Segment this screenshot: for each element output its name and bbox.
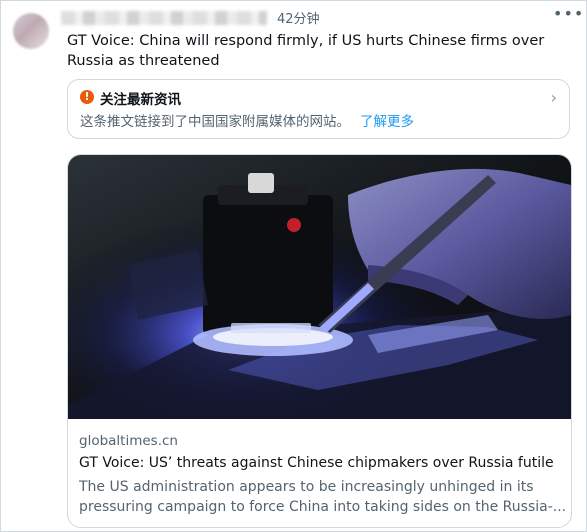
card-domain: globaltimes.cn (79, 433, 178, 449)
card-title[interactable]: GT Voice: US’ threats against Chinese ch… (79, 455, 554, 471)
card-description-line: pressuring campaign to force China into … (79, 499, 567, 515)
link-preview-image[interactable] (68, 155, 571, 419)
card-description-line: The US administration appears to be incr… (79, 479, 534, 495)
notice-title: 关注最新资讯 (100, 92, 181, 108)
learn-more-link[interactable]: 了解更多 (360, 114, 414, 130)
tweet-text: GT Voice: China will respond firmly, if … (67, 33, 545, 69)
link-preview-card[interactable]: globaltimes.cn GT Voice: US’ threats aga… (67, 154, 572, 528)
card-description: The US administration appears to be incr… (79, 477, 567, 517)
chevron-right-icon[interactable]: › (551, 88, 557, 107)
avatar[interactable] (13, 13, 49, 49)
more-dots-icon[interactable]: ••• (553, 4, 584, 23)
tweet-container[interactable]: 42分钟 ••• GT Voice: China will respond fi… (0, 0, 587, 532)
blurred-username[interactable] (61, 11, 267, 25)
notice-body: 这条推文链接到了中国国家附属媒体的网站。 了解更多 (80, 110, 414, 130)
notice-body-text: 这条推文链接到了中国国家附属媒体的网站。 (80, 114, 350, 130)
state-media-notice[interactable]: ! 关注最新资讯 这条推文链接到了中国国家附属媒体的网站。 了解更多 › (67, 79, 570, 139)
tweet-timestamp[interactable]: 42分钟 (277, 8, 320, 27)
warning-icon: ! (80, 90, 94, 104)
